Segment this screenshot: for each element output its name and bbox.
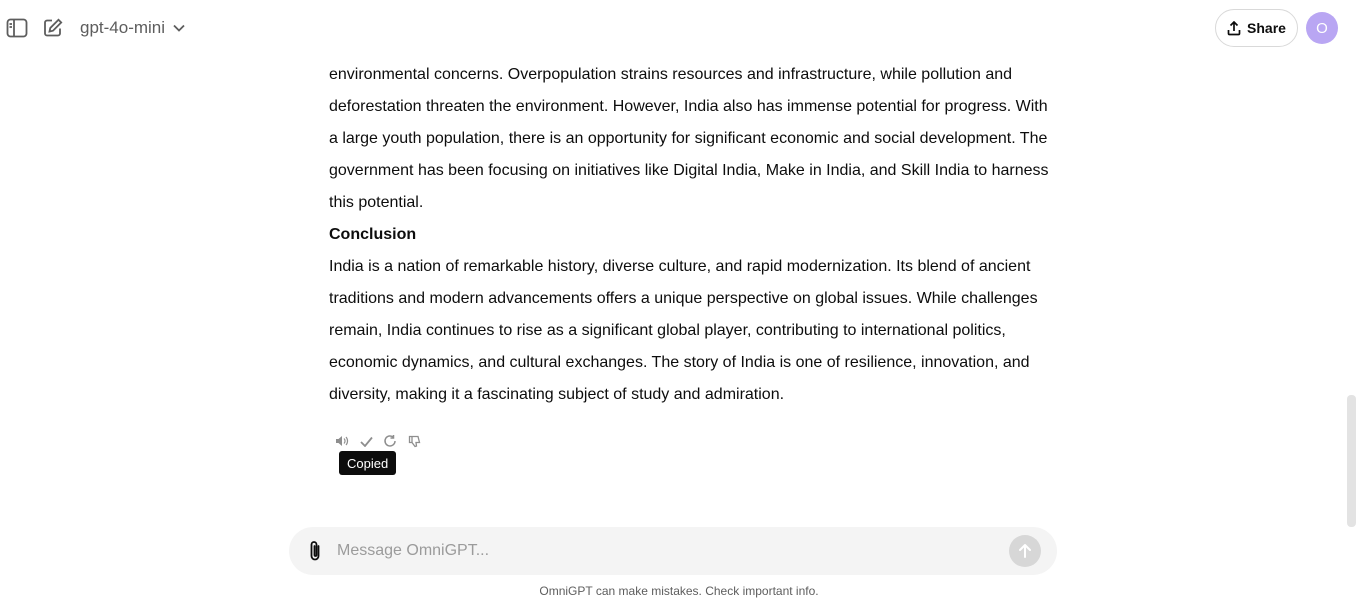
share-label: Share (1247, 20, 1286, 36)
tooltip-text: Copied (347, 455, 389, 471)
check-icon[interactable] (358, 433, 374, 449)
message-input[interactable] (337, 539, 997, 563)
avatar-initial: O (1316, 19, 1328, 37)
message-composer (289, 527, 1057, 575)
disclaimer: OmniGPT can make mistakes. Check importa… (539, 584, 819, 598)
avatar[interactable]: O (1306, 12, 1338, 44)
message-paragraph: India is a nation of remarkable history,… (329, 258, 1038, 403)
sidebar-toggle-icon[interactable] (5, 16, 29, 40)
copied-tooltip: Copied (339, 451, 397, 475)
send-button[interactable] (1009, 535, 1041, 567)
top-bar: gpt-4o-mini Share O (0, 0, 1358, 56)
new-chat-icon[interactable] (41, 16, 65, 40)
share-icon (1227, 20, 1241, 36)
model-name: gpt-4o-mini (80, 18, 166, 37)
scrollbar[interactable] (1347, 395, 1356, 527)
section-heading: Conclusion (329, 226, 417, 243)
assistant-message: environmental concerns. Overpopulation s… (329, 59, 1054, 411)
regenerate-icon[interactable] (382, 433, 398, 449)
arrow-up-icon (1018, 543, 1032, 559)
message-paragraph: environmental concerns. Overpopulation s… (329, 66, 1049, 211)
paperclip-icon[interactable] (303, 539, 327, 563)
chevron-down-icon (173, 24, 185, 32)
share-button[interactable]: Share (1215, 9, 1298, 47)
model-selector[interactable]: gpt-4o-mini (80, 16, 185, 40)
thumbs-down-icon[interactable] (406, 433, 422, 449)
speaker-icon[interactable] (334, 433, 350, 449)
message-actions (334, 432, 422, 450)
